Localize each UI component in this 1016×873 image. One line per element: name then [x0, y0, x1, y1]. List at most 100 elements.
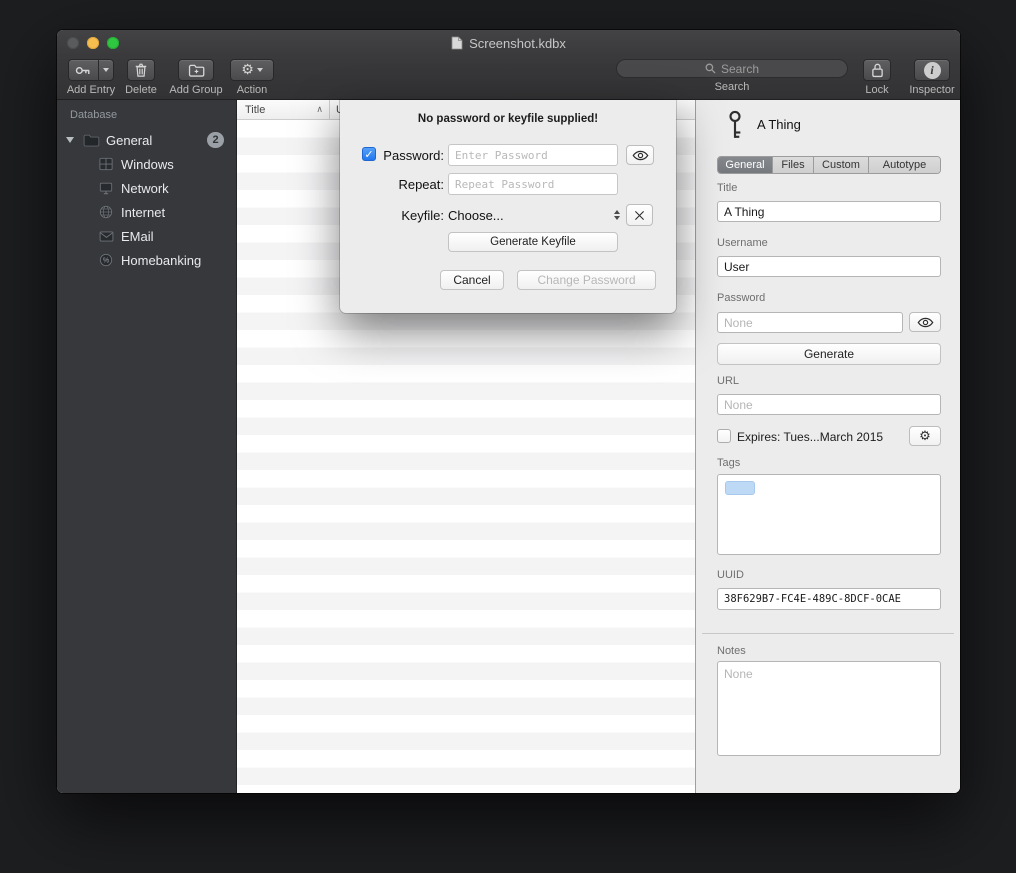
action-button[interactable]: ⚙	[230, 59, 274, 81]
network-icon	[97, 181, 115, 195]
delete-group: Delete	[113, 59, 169, 96]
notes-label: Notes	[717, 645, 746, 657]
globe-icon	[97, 205, 115, 219]
add-entry-button[interactable]	[68, 59, 114, 81]
svg-text:%: %	[103, 258, 109, 265]
lock-button[interactable]	[863, 59, 891, 81]
tab-files[interactable]: Files	[773, 157, 814, 173]
sidebar-item-label: EMail	[121, 229, 154, 244]
generate-password-button[interactable]: Generate	[717, 343, 941, 365]
delete-button[interactable]	[127, 59, 155, 81]
notes-field[interactable]	[717, 661, 941, 756]
inspector-panel: A Thing General Files Custom Autotype Ti…	[695, 100, 960, 793]
tag-chip[interactable]	[725, 481, 755, 495]
expires-label: Expires: Tues...March 2015	[737, 430, 883, 444]
tab-custom[interactable]: Custom	[814, 157, 869, 173]
search-group: Search Search	[616, 59, 848, 93]
search-input[interactable]: Search	[616, 59, 848, 78]
close-button[interactable]	[67, 37, 79, 49]
coin-icon: %	[97, 253, 115, 267]
show-password-button[interactable]	[909, 312, 941, 332]
keyfile-value: Choose...	[448, 208, 614, 223]
disclosure-triangle-icon[interactable]	[66, 137, 74, 143]
clear-keyfile-button[interactable]	[626, 204, 653, 226]
username-label: Username	[717, 237, 768, 249]
stepper-icon	[614, 210, 620, 220]
sidebar-item-email[interactable]: EMail	[57, 224, 236, 248]
generate-keyfile-button[interactable]: Generate Keyfile	[448, 232, 618, 252]
sidebar-group-label: General	[106, 133, 152, 148]
keyfile-label: Keyfile:	[376, 208, 444, 223]
tags-label: Tags	[717, 457, 740, 469]
add-entry-group: Add Entry	[61, 59, 121, 96]
add-entry-dropdown[interactable]	[99, 60, 113, 80]
url-field[interactable]	[717, 394, 941, 415]
info-icon: i	[924, 62, 941, 79]
change-password-button[interactable]: Change Password	[517, 270, 656, 290]
password-checkbox[interactable]: ✓	[362, 147, 376, 161]
sort-ascending-icon: ∧	[316, 104, 323, 115]
action-group: ⚙ Action	[223, 59, 281, 96]
keyfile-dropdown[interactable]: Choose...	[448, 204, 622, 226]
titlebar: Screenshot.kdbx	[57, 30, 960, 56]
envelope-icon	[97, 231, 115, 242]
column-title-label: Title	[245, 104, 265, 116]
password-input[interactable]	[448, 144, 618, 166]
expires-checkbox[interactable]	[717, 429, 731, 443]
dialog-message: No password or keyfile supplied!	[340, 113, 676, 125]
gear-icon: ⚙	[919, 430, 931, 443]
tab-autotype[interactable]: Autotype	[869, 157, 940, 173]
zoom-button[interactable]	[107, 37, 119, 49]
inspector-label: Inspector	[909, 84, 954, 96]
search-icon	[705, 63, 716, 74]
sidebar-item-windows[interactable]: Windows	[57, 152, 236, 176]
inspector-tabs: General Files Custom Autotype	[717, 156, 941, 174]
lock-icon	[871, 62, 884, 78]
sidebar-item-internet[interactable]: Internet	[57, 200, 236, 224]
gear-icon: ⚙	[241, 63, 254, 77]
uuid-field[interactable]	[717, 588, 941, 610]
search-label: Search	[715, 81, 750, 93]
sidebar-item-network[interactable]: Network	[57, 176, 236, 200]
tab-general[interactable]: General	[718, 157, 773, 173]
sidebar-item-homebanking[interactable]: % Homebanking	[57, 248, 236, 272]
column-header-title[interactable]: Title ∧	[237, 100, 330, 119]
minimize-button[interactable]	[87, 37, 99, 49]
show-password-button[interactable]	[626, 145, 654, 165]
chevron-down-icon	[257, 68, 263, 72]
password-label: Password:	[376, 148, 444, 163]
cancel-button[interactable]: Cancel	[440, 270, 504, 290]
eye-icon	[632, 150, 649, 161]
check-icon: ✓	[364, 148, 373, 161]
lock-label: Lock	[865, 84, 888, 96]
action-label: Action	[237, 84, 268, 96]
inspector-button[interactable]: i	[914, 59, 950, 81]
sidebar-item-label: Network	[121, 181, 169, 196]
expires-settings-button[interactable]: ⚙	[909, 426, 941, 446]
key-icon	[726, 110, 744, 143]
add-group-button[interactable]	[178, 59, 214, 81]
folder-plus-icon	[188, 64, 205, 77]
window-title: Screenshot.kdbx	[469, 36, 566, 51]
trash-icon	[134, 62, 148, 78]
key-plus-icon	[75, 64, 92, 77]
macpass-window: Screenshot.kdbx Add Entry	[57, 30, 960, 793]
add-group-group: Add Group	[165, 59, 227, 96]
chevron-down-icon	[103, 68, 109, 72]
delete-label: Delete	[125, 84, 157, 96]
lock-group: Lock	[855, 59, 899, 96]
sidebar-item-label: Internet	[121, 205, 165, 220]
folder-icon	[82, 134, 100, 147]
username-field[interactable]	[717, 256, 941, 277]
sidebar-item-label: Windows	[121, 157, 174, 172]
repeat-input[interactable]	[448, 173, 618, 195]
tags-box[interactable]	[717, 474, 941, 555]
search-placeholder: Search	[721, 62, 759, 76]
password-field[interactable]	[717, 312, 903, 333]
sidebar-group-general[interactable]: General 2	[57, 128, 236, 152]
title-field[interactable]	[717, 201, 941, 222]
password-dialog: No password or keyfile supplied! ✓ Passw…	[340, 100, 676, 313]
eye-icon	[917, 317, 934, 328]
title-label: Title	[717, 182, 737, 194]
toolbar: Add Entry Delete Add Group	[57, 56, 960, 100]
